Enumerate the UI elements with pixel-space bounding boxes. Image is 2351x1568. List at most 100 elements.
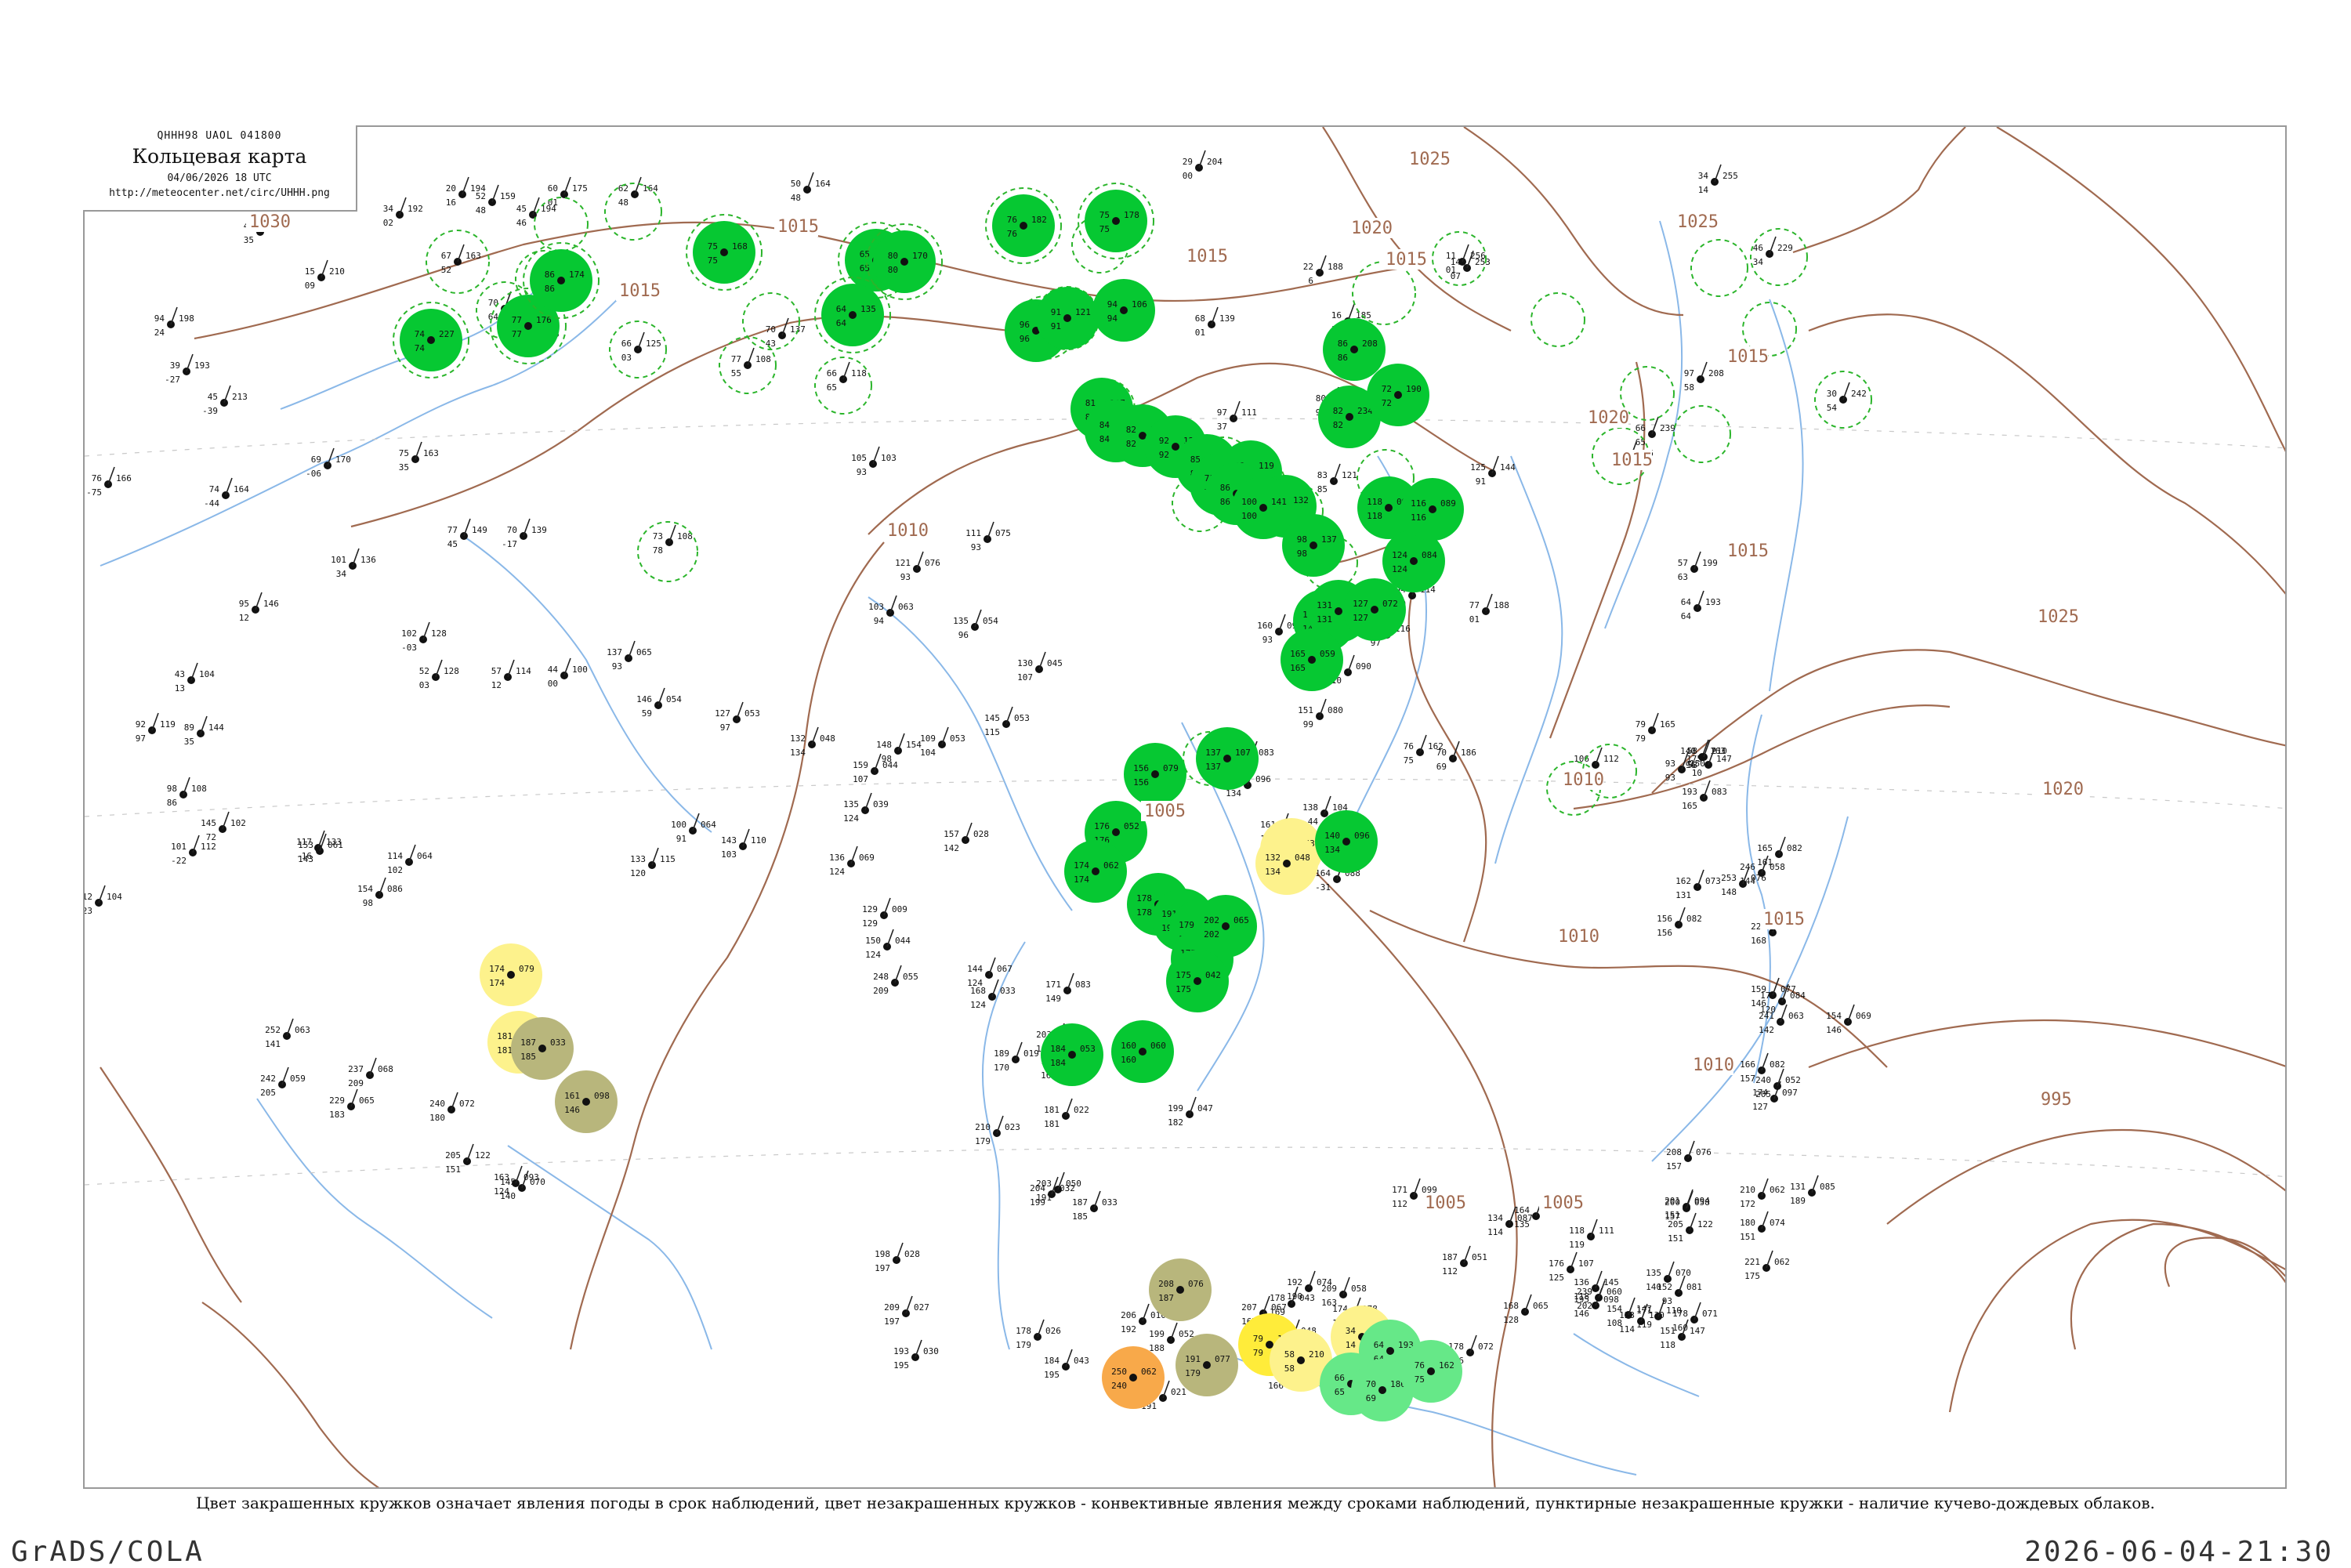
station-dewpoint: 93: [900, 572, 911, 582]
station-dewpoint: 64: [1681, 611, 1692, 621]
station-pressure: 065: [359, 1095, 375, 1106]
station-pressure: 068: [378, 1064, 393, 1074]
station-dewpoint: 172: [1740, 1199, 1755, 1209]
station-plot: 44 100 00: [548, 657, 588, 689]
station-dewpoint: 135: [1514, 1219, 1530, 1229]
station-plot: 144 067124: [967, 957, 1012, 988]
station-temperature: 221: [1744, 1257, 1760, 1267]
station-pressure: 061: [328, 840, 343, 850]
station-dewpoint: 148: [1721, 887, 1737, 897]
station-pressure: 084: [1422, 550, 1437, 560]
weather-circle: 98 137 98: [1282, 514, 1345, 577]
station-plot: 30 242 54: [1827, 382, 1867, 413]
station-dewpoint: 85: [1317, 484, 1328, 494]
station-pressure: 139: [531, 525, 547, 535]
station-pressure: 028: [904, 1249, 920, 1259]
station-marker: [1112, 828, 1120, 836]
isobar-label: 1020: [1588, 408, 1629, 428]
station-dewpoint: 184: [1050, 1058, 1066, 1068]
weather-circle: 74 227 74: [393, 302, 469, 378]
wind-barb: [415, 441, 422, 460]
station-pressure: 107: [1235, 748, 1251, 758]
station-pressure: 210: [329, 266, 345, 277]
station-temperature: 199: [1149, 1329, 1165, 1339]
station-plot: 252 063 141: [265, 1018, 310, 1049]
station-pressure: 079: [1163, 763, 1179, 773]
wind-barb: [286, 1018, 294, 1037]
isobar-label: 1015: [1611, 451, 1653, 470]
station-dewpoint: 86: [545, 284, 555, 294]
wind-barb: [905, 1295, 913, 1314]
station-pressure: 198: [179, 313, 194, 324]
station-pressure: 122: [1697, 1219, 1713, 1229]
station-temperature: 97: [1217, 407, 1227, 418]
station-temperature: 145: [201, 818, 216, 828]
station-pressure: 053: [1014, 713, 1030, 723]
station-plot: 46 229 34: [1753, 236, 1793, 267]
station-pressure: 178: [1124, 210, 1139, 220]
station-temperature: 57: [491, 666, 502, 676]
station-temperature: 148: [876, 740, 892, 750]
station-temperature: 150: [865, 936, 881, 946]
station-pressure: 186: [1461, 748, 1476, 758]
station-dewpoint: 98: [1297, 549, 1307, 559]
station-temperature: 79: [1253, 1334, 1263, 1344]
station-temperature: 46: [1753, 243, 1763, 253]
station-plot: 97 208 58: [1684, 361, 1724, 393]
station-pressure: 193: [194, 360, 210, 371]
station-temperature: 39: [170, 360, 180, 371]
station-temperature: 157: [944, 829, 959, 839]
station-marker: [1203, 1361, 1211, 1369]
station-pressure: 048: [1295, 853, 1310, 863]
station-temperature: 74: [209, 484, 220, 494]
station-marker: [900, 258, 908, 266]
station-plot: 74 164 -44: [204, 477, 249, 509]
station-marker: [1266, 1341, 1273, 1349]
isobar-line: [1886, 1128, 2285, 1225]
wind-barb: [281, 1066, 289, 1085]
station-dewpoint: 79: [1253, 1348, 1263, 1358]
station-pressure: 067: [997, 964, 1012, 974]
station-plot: 79 165 79: [1636, 712, 1675, 744]
station-plot: 193 030 195: [893, 1339, 939, 1371]
station-temperature: 242: [260, 1074, 276, 1084]
station-marker: [1259, 504, 1267, 512]
weather-circle: 184 053 184: [1041, 1023, 1103, 1086]
station-temperature: 178: [1016, 1326, 1031, 1336]
station-temperature: 70: [507, 525, 517, 535]
station-dewpoint: 124: [494, 1186, 509, 1197]
station-dewpoint: 48: [791, 193, 801, 203]
station-pressure: 112: [201, 842, 216, 852]
wind-barb: [255, 592, 263, 610]
station-dewpoint: 00: [548, 679, 558, 689]
weather-circle: 191 077 179: [1176, 1334, 1238, 1396]
wind-barb: [1189, 1096, 1197, 1115]
wind-barb: [991, 979, 999, 998]
station-dewpoint: 75: [1099, 224, 1110, 234]
station-plot: 45 213 -39: [202, 385, 248, 416]
station-plot: 112 104 -23: [85, 885, 122, 916]
station-plot: 127 053 97: [715, 701, 760, 733]
station-dewpoint: 94: [874, 616, 885, 626]
station-plot: 22 188 6: [1303, 255, 1343, 286]
station-dewpoint: 185: [1072, 1211, 1088, 1222]
station-temperature: 118: [1367, 497, 1382, 507]
station-plot: 121 076 93: [895, 551, 940, 582]
wind-barb: [1703, 780, 1711, 798]
station-marker: [1129, 1374, 1137, 1382]
station-dewpoint: 112: [1442, 1266, 1458, 1276]
station-temperature: 132: [790, 733, 806, 744]
station-temperature: 95: [239, 599, 249, 609]
wind-barb: [107, 466, 115, 485]
station-plot: 229 065 183: [329, 1088, 375, 1120]
map-url-link[interactable]: http://meteocenter.net/circ/UHHH.png: [83, 187, 356, 199]
station-dewpoint: 137: [1205, 762, 1221, 772]
station-pressure: 033: [550, 1037, 566, 1048]
river: [1769, 299, 1804, 692]
station-temperature: 105: [851, 453, 867, 463]
station-dewpoint: 151: [1740, 1232, 1755, 1242]
station-temperature: 86: [545, 270, 555, 280]
weather-circle: 174 062 174: [1064, 840, 1127, 903]
station-temperature: 127: [715, 708, 730, 719]
station-pressure: 026: [1045, 1326, 1061, 1336]
